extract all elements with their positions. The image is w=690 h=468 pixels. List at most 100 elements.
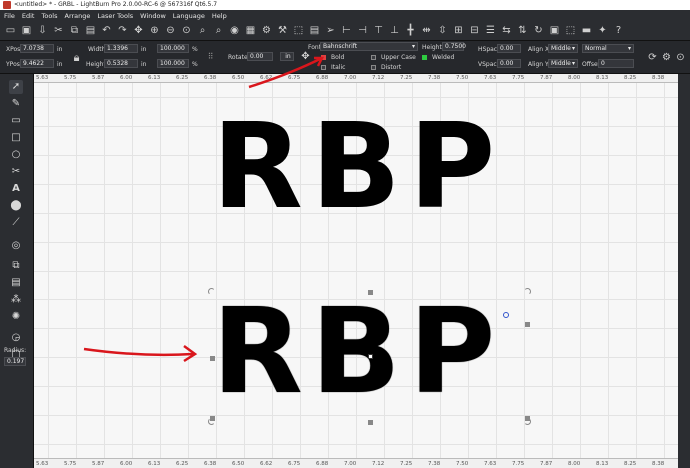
- menu-help[interactable]: Help: [212, 12, 227, 20]
- align-right-icon[interactable]: ⊣: [356, 24, 369, 37]
- align-x-select[interactable]: Middle: [548, 44, 578, 53]
- hspace-input[interactable]: 0.00: [497, 44, 521, 53]
- menu-tools[interactable]: Tools: [41, 12, 57, 20]
- offset-input[interactable]: 0: [598, 59, 634, 68]
- trace-icon[interactable]: ▦: [244, 24, 257, 37]
- scale-height-input[interactable]: 100.000: [157, 59, 189, 68]
- tabs-icon[interactable]: ◶: [9, 331, 23, 345]
- open-icon[interactable]: ▭: [4, 24, 17, 37]
- polygon-icon[interactable]: ✂: [9, 165, 23, 179]
- node-handle[interactable]: [503, 312, 509, 318]
- rotate-handle-tl[interactable]: [208, 288, 215, 295]
- align-bottom-icon[interactable]: ⊥: [388, 24, 401, 37]
- camera-icon[interactable]: ◉: [228, 24, 241, 37]
- menu-arrange[interactable]: Arrange: [65, 12, 91, 20]
- frame-icon[interactable]: ⬚: [292, 24, 305, 37]
- array-icon[interactable]: ⁂: [9, 293, 23, 307]
- apply-icon[interactable]: ⟳: [646, 51, 659, 64]
- menu-laser-tools[interactable]: Laser Tools: [97, 12, 133, 20]
- text-height-input[interactable]: 0.7500: [442, 42, 466, 51]
- machine-settings-icon[interactable]: ⚒: [276, 24, 289, 37]
- distribute-v-icon[interactable]: ⇳: [436, 24, 449, 37]
- save-icon[interactable]: ▣: [20, 24, 33, 37]
- zoom-out-icon[interactable]: ⊖: [164, 24, 177, 37]
- height-input[interactable]: 0.5328: [104, 59, 138, 68]
- anchor-grid-icon[interactable]: ⠿: [204, 50, 217, 63]
- ruler-icon[interactable]: ▬: [580, 24, 593, 37]
- xpos-input[interactable]: 7.0738: [20, 44, 54, 53]
- distort-checkbox[interactable]: [371, 65, 376, 70]
- weld-icon[interactable]: ▤: [9, 276, 23, 290]
- align-center-icon[interactable]: ╋: [404, 24, 417, 37]
- lock-icon[interactable]: 🔒︎: [70, 51, 83, 64]
- redo-icon[interactable]: ↷: [116, 24, 129, 37]
- welded-checkbox[interactable]: [422, 55, 427, 60]
- rectangle-icon[interactable]: □: [9, 131, 23, 145]
- rotate-icon[interactable]: ↻: [532, 24, 545, 37]
- import-icon[interactable]: ⇩: [36, 24, 49, 37]
- move-together-icon[interactable]: ⊞: [452, 24, 465, 37]
- rotate-input[interactable]: 0.00: [247, 52, 273, 61]
- circular-array-icon[interactable]: ✺: [9, 310, 23, 324]
- upper-case-checkbox[interactable]: [371, 55, 376, 60]
- position-laser-icon[interactable]: ⬤: [9, 199, 23, 213]
- group-icon[interactable]: ▣: [548, 24, 561, 37]
- design-canvas[interactable]: RBP RBP: [34, 83, 678, 458]
- stack-icon[interactable]: ☰: [484, 24, 497, 37]
- text-object-bottom[interactable]: RBP: [212, 292, 503, 410]
- italic-checkbox[interactable]: [321, 65, 326, 70]
- font-select[interactable]: Bahnschrift: [320, 42, 418, 51]
- undo-icon[interactable]: ↶: [100, 24, 113, 37]
- handle-right[interactable]: [525, 322, 530, 327]
- vspace-input[interactable]: 0.00: [497, 59, 521, 68]
- ypos-input[interactable]: 9.4622: [20, 59, 54, 68]
- zoom-frame-icon[interactable]: ⌕: [196, 24, 209, 37]
- line-icon[interactable]: ▭: [9, 114, 23, 128]
- flip-v-icon[interactable]: ⇅: [516, 24, 529, 37]
- rotate-handle-br[interactable]: [524, 418, 531, 425]
- settings-icon[interactable]: ⚙: [260, 24, 273, 37]
- offset-icon[interactable]: ◎: [9, 239, 23, 253]
- handle-left[interactable]: [210, 356, 215, 361]
- move-arrows-icon[interactable]: ✥: [299, 50, 312, 63]
- width-input[interactable]: 1.3396: [104, 44, 138, 53]
- text-icon[interactable]: A: [9, 182, 23, 196]
- radius-input[interactable]: 0.197: [4, 357, 26, 366]
- scale-width-input[interactable]: 100.000: [157, 44, 189, 53]
- zoom-fit-icon[interactable]: ⊙: [180, 24, 193, 37]
- rotate-handle-tr[interactable]: [524, 288, 531, 295]
- reset-icon[interactable]: ⚙: [660, 51, 673, 64]
- menu-language[interactable]: Language: [173, 12, 205, 20]
- menu-file[interactable]: File: [4, 12, 15, 20]
- select-icon[interactable]: ➚: [9, 80, 23, 94]
- flip-h-icon[interactable]: ⇆: [500, 24, 513, 37]
- menu-window[interactable]: Window: [140, 12, 166, 20]
- center-handle[interactable]: [368, 354, 373, 359]
- units-toggle[interactable]: in: [280, 52, 294, 61]
- ellipse-icon[interactable]: ○: [9, 148, 23, 162]
- library-icon[interactable]: ✦: [596, 24, 609, 37]
- distribute-h-icon[interactable]: ⇹: [420, 24, 433, 37]
- more-icon[interactable]: ⊙: [674, 51, 687, 64]
- measure-icon[interactable]: ⟋: [9, 216, 23, 230]
- pan-icon[interactable]: ✥: [132, 24, 145, 37]
- zoom-in-icon[interactable]: ⊕: [148, 24, 161, 37]
- align-left-icon[interactable]: ⊢: [340, 24, 353, 37]
- edit-nodes-icon[interactable]: ✎: [9, 97, 23, 111]
- handle-top[interactable]: [368, 290, 373, 295]
- text-object-top[interactable]: RBP: [212, 107, 503, 225]
- align-y-select[interactable]: Middle: [548, 59, 578, 68]
- cut-icon[interactable]: ✂: [52, 24, 65, 37]
- bold-checkbox[interactable]: [321, 55, 326, 60]
- text-mode-select[interactable]: Normal: [582, 44, 634, 53]
- menu-edit[interactable]: Edit: [22, 12, 35, 20]
- paste-icon[interactable]: ▤: [84, 24, 97, 37]
- handle-bottom[interactable]: [368, 420, 373, 425]
- notes-icon[interactable]: ▤: [308, 24, 321, 37]
- rotate-handle-bl[interactable]: [208, 418, 215, 425]
- dock-icon[interactable]: ⊟: [468, 24, 481, 37]
- help-icon[interactable]: ?: [612, 24, 625, 37]
- copy-icon[interactable]: ⧉: [68, 24, 81, 37]
- ungroup-icon[interactable]: ⬚: [564, 24, 577, 37]
- align-top-icon[interactable]: ⊤: [372, 24, 385, 37]
